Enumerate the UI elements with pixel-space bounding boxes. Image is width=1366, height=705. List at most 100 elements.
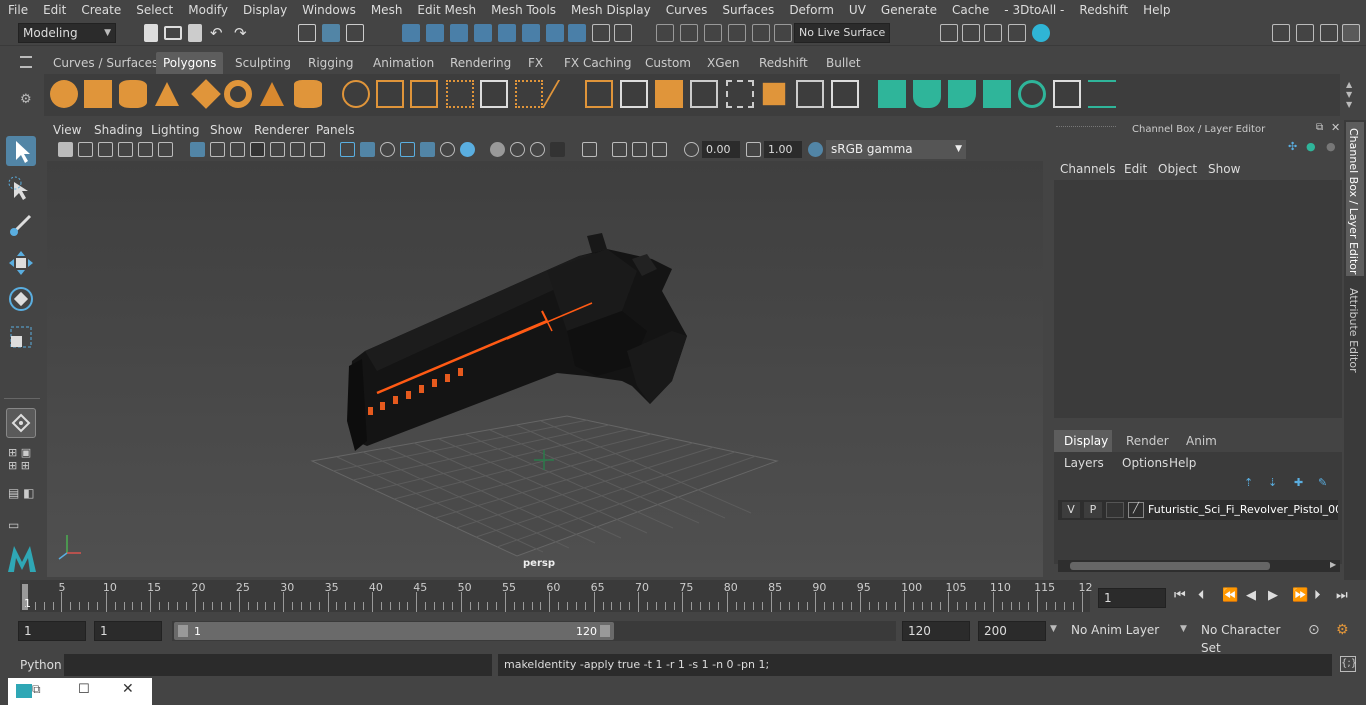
move-tool-icon[interactable] [6, 248, 36, 278]
vp-menu-show[interactable]: Show [210, 120, 242, 140]
shelf-tab-custom[interactable]: Custom [638, 52, 698, 74]
snap-vertex-icon[interactable] [522, 24, 540, 42]
poly-cube-icon[interactable] [84, 80, 112, 108]
channel-menu-edit[interactable]: Edit [1124, 162, 1147, 176]
safe-action-icon[interactable] [290, 142, 305, 157]
combine-icon[interactable] [342, 80, 370, 108]
menu-edit-mesh[interactable]: Edit Mesh [409, 0, 483, 20]
select-by-hierarchy-icon[interactable] [298, 24, 316, 42]
layer-tab-display[interactable]: Display [1054, 430, 1112, 452]
layer-tab-render[interactable]: Render [1126, 434, 1169, 448]
layout-four-view-icon[interactable]: ⊞ ▣ ⊞ ⊞ [8, 446, 36, 474]
automatic-uv-icon[interactable] [983, 80, 1011, 108]
snap-point-icon[interactable] [450, 24, 468, 42]
layer-color-swatch-icon[interactable]: ╱ [1128, 502, 1144, 518]
poly-torus-icon[interactable] [224, 80, 252, 108]
shelf-tab-xgen[interactable]: XGen [700, 52, 747, 74]
smooth-shade-icon[interactable] [360, 142, 375, 157]
lasso-tool-icon[interactable] [6, 174, 36, 204]
menu-help[interactable]: Help [1135, 0, 1177, 20]
menu-redshift[interactable]: Redshift [1071, 0, 1135, 20]
animation-start-field[interactable]: 1 [18, 621, 86, 641]
shelf-tab-fx-caching[interactable]: FX Caching [557, 52, 638, 74]
collapse-icon[interactable] [796, 80, 824, 108]
use-all-lights-icon[interactable] [440, 142, 455, 157]
character-set-field[interactable]: No Character Set [1196, 621, 1300, 655]
layer-menu-help[interactable]: Help [1169, 456, 1196, 470]
grease-pencil-icon[interactable] [158, 142, 173, 157]
safe-title-icon[interactable] [310, 142, 325, 157]
play-forward-icon[interactable]: ▶ [1268, 588, 1278, 603]
film-gate-icon[interactable] [210, 142, 225, 157]
gate-mask-icon[interactable] [250, 142, 265, 157]
tool-settings-icon[interactable] [1320, 24, 1338, 42]
channel-box-axes-icon[interactable]: ✣ [1288, 140, 1297, 153]
current-frame-field[interactable]: 1 [1098, 588, 1166, 608]
shelf-tab-sculpting[interactable]: Sculpting [228, 52, 298, 74]
menu-surfaces[interactable]: Surfaces [714, 0, 781, 20]
field-chart-icon[interactable] [270, 142, 285, 157]
3d-viewport[interactable]: persp [47, 161, 1043, 577]
step-back-key-icon[interactable]: ⏴ [1198, 588, 1205, 603]
undo-icon[interactable]: ↶ [210, 24, 223, 42]
modeling-toolkit-icon[interactable] [1272, 24, 1290, 42]
bevel-icon[interactable] [480, 80, 508, 108]
shelf-tab-fx[interactable]: FX [521, 52, 550, 74]
wireframe-on-shaded-icon[interactable] [400, 142, 415, 157]
float-panel-icon[interactable]: ⧉ [1316, 122, 1323, 133]
resolution-gate-icon[interactable] [230, 142, 245, 157]
step-forward-frame-icon[interactable]: ⏩ [1292, 588, 1308, 603]
animation-end-field[interactable]: 200 [978, 621, 1046, 641]
vp-menu-shading[interactable]: Shading [94, 120, 143, 140]
menu-mesh-tools[interactable]: Mesh Tools [483, 0, 563, 20]
select-icon[interactable] [614, 24, 632, 42]
menu-select[interactable]: Select [128, 0, 180, 20]
poly-cylinder-icon[interactable] [119, 80, 147, 108]
menu-3dtoall[interactable]: - 3DtoAll - [996, 0, 1071, 20]
scroll-right-icon[interactable]: ▶ [1330, 560, 1336, 569]
maximize-icon[interactable]: ☐ [78, 682, 90, 697]
command-input[interactable] [64, 654, 492, 676]
range-end-grip[interactable] [600, 625, 610, 637]
gamma-icon[interactable] [746, 142, 761, 157]
playback-start-field[interactable]: 1 [94, 621, 162, 641]
shelf-tab-rendering[interactable]: Rendering [443, 52, 518, 74]
camera-select-icon[interactable] [58, 142, 73, 157]
channel-list-area[interactable] [1054, 180, 1342, 418]
shelf-tab-redshift[interactable]: Redshift [752, 52, 815, 74]
script-editor-icon[interactable]: {;} [1340, 656, 1357, 672]
menu-edit[interactable]: Edit [35, 0, 73, 20]
layer-name[interactable]: Futuristic_Sci_Fi_Revolver_Pistol_001_ [1148, 503, 1338, 516]
snap-view-plane-icon[interactable] [474, 24, 492, 42]
target-weld-icon[interactable] [726, 80, 754, 108]
xray-icon[interactable] [612, 142, 627, 157]
channel-menu-channels[interactable]: Channels [1060, 162, 1116, 176]
close-window-icon[interactable]: ✕ [122, 681, 134, 697]
range-start-grip[interactable] [178, 625, 188, 637]
poly-cone-icon[interactable] [155, 82, 179, 106]
vp-menu-panels[interactable]: Panels [316, 120, 355, 140]
poly-pyramid-icon[interactable] [260, 82, 284, 106]
scale-tool-icon[interactable] [6, 322, 36, 352]
spherical-uv-icon[interactable] [948, 80, 976, 108]
use-default-material-icon[interactable] [380, 142, 395, 157]
restore-icon[interactable]: ⧉ [32, 682, 41, 697]
side-tab-attribute-editor[interactable]: Attribute Editor [1347, 288, 1360, 373]
time-slider[interactable]: 1 5 10 15 20 25 30 35 40 45 50 55 60 65 70 75 80 85 90 95 1… [0, 580, 1366, 614]
gamma-field[interactable]: 1.00 [764, 141, 802, 158]
construction-history-icon[interactable] [656, 24, 674, 42]
menu-curves[interactable]: Curves [658, 0, 715, 20]
shelf-tab-animation[interactable]: Animation [366, 52, 441, 74]
layout-outliner-icon[interactable]: ▤ ◧ [8, 486, 36, 506]
vp-menu-view[interactable]: View [53, 120, 81, 140]
isolate-select-icon[interactable] [582, 142, 597, 157]
merge-icon[interactable] [762, 82, 786, 106]
menu-mesh-display[interactable]: Mesh Display [563, 0, 658, 20]
close-icon[interactable]: ✕ [1331, 121, 1340, 134]
playback-end-field[interactable]: 120 [902, 621, 970, 641]
menu-deform[interactable]: Deform [781, 0, 841, 20]
channel-menu-object[interactable]: Object [1158, 162, 1197, 176]
channel-box-toggle-icon[interactable] [1342, 24, 1360, 42]
layer-visibility-toggle[interactable]: V [1062, 502, 1080, 518]
magnet-icon[interactable] [704, 24, 722, 42]
